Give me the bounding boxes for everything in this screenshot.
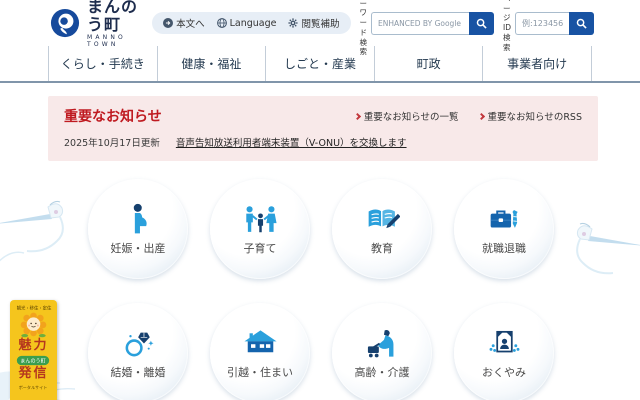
chevron-right-icon (477, 112, 484, 119)
ring-icon (121, 326, 156, 361)
site-title: まんのう町 (87, 0, 139, 33)
category-pregnancy[interactable]: 妊娠・出産 (88, 179, 188, 279)
education-icon (365, 202, 400, 237)
page-id-search-button[interactable] (569, 12, 594, 35)
nav-item-kurashi[interactable]: くらし・手続き (48, 46, 157, 81)
logo-text: まんのう町 MANNO TOWN (87, 0, 139, 48)
category-condolence[interactable]: おくやみ (454, 303, 554, 400)
notice-date: 2025年10月17日更新 (64, 135, 160, 149)
important-notice-panel: 重要なお知らせ 重要なお知らせの一覧 重要なお知らせのRSS 2025年10月1… (48, 96, 598, 161)
notice-item-link[interactable]: 音声告知放送利用者端末装置（V-ONU）を交換します (176, 135, 407, 149)
gear-icon (288, 18, 298, 28)
banner-top-text: 観光・移住・定住 (16, 304, 51, 310)
promo-banner[interactable]: 観光・移住・定住 魅力 まんのう町 発信 ポータルサイト (10, 300, 57, 400)
chevron-right-icon (354, 112, 361, 119)
utility-label: 本文へ (176, 16, 205, 30)
keyword-search-input[interactable] (371, 12, 469, 35)
family-icon (243, 202, 278, 237)
site-logo[interactable]: まんのう町 MANNO TOWN (50, 0, 139, 48)
elderly-care-icon (365, 326, 400, 361)
notice-rss-link[interactable]: 重要なお知らせのRSS (479, 109, 582, 123)
keyword-search-button[interactable] (469, 12, 494, 35)
arrow-circle-icon (163, 18, 173, 28)
memorial-icon (487, 326, 522, 361)
category-employment[interactable]: 就職退職 (454, 179, 554, 279)
pregnancy-icon (121, 202, 156, 237)
category-grid: 妊娠・出産 子育て (88, 179, 554, 400)
category-senior-care[interactable]: 高齢・介護 (332, 303, 432, 400)
town-logo-icon (50, 8, 80, 38)
language-button[interactable]: Language (217, 18, 277, 29)
nav-item-shigoto[interactable]: しごと・産業 (265, 46, 374, 81)
notice-title: 重要なお知らせ (64, 106, 162, 126)
banner-line2: 発信 (18, 367, 48, 382)
briefcase-icon (487, 202, 522, 237)
notice-list-link[interactable]: 重要なお知らせの一覧 (355, 109, 459, 123)
nav-item-chosei[interactable]: 町政 (374, 46, 483, 81)
global-nav: くらし・手続き 健康・福祉 しごと・産業 町政 事業者向け (0, 46, 640, 83)
page-id-search-label: ページ ID検索 (503, 0, 511, 52)
utility-label: Language (230, 18, 277, 29)
utility-label: 閲覧補助 (301, 16, 339, 30)
category-marriage[interactable]: 結婚・離婚 (88, 303, 188, 400)
category-education[interactable]: 教育 (332, 179, 432, 279)
category-moving-housing[interactable]: 引越・住まい (210, 303, 310, 400)
heron-illustration-left (0, 179, 102, 269)
banner-town-badge: まんのう町 (17, 356, 49, 365)
globe-icon (217, 18, 227, 28)
category-childcare[interactable]: 子育て (210, 179, 310, 279)
site-header: まんのう町 MANNO TOWN 本文へ Language 閲覧補助 キーワード… (0, 0, 640, 46)
main-content: 観光・移住・定住 魅力 まんのう町 発信 ポータルサイト (0, 161, 640, 400)
accessibility-button[interactable]: 閲覧補助 (288, 16, 339, 30)
page-id-search-group: ページ ID検索 (503, 0, 594, 52)
nav-item-jigyosha[interactable]: 事業者向け (482, 46, 592, 81)
mascot-icon (20, 312, 47, 339)
banner-bottom-text: ポータルサイト (19, 384, 48, 390)
utility-nav: 本文へ Language 閲覧補助 (152, 12, 350, 34)
banner-line1: 魅力 (18, 339, 48, 354)
search-icon (576, 18, 587, 29)
page-id-search-input[interactable] (515, 12, 569, 35)
house-icon (243, 326, 278, 361)
nav-item-kenko[interactable]: 健康・福祉 (157, 46, 266, 81)
search-icon (476, 18, 487, 29)
to-main-content-link[interactable]: 本文へ (163, 16, 205, 30)
